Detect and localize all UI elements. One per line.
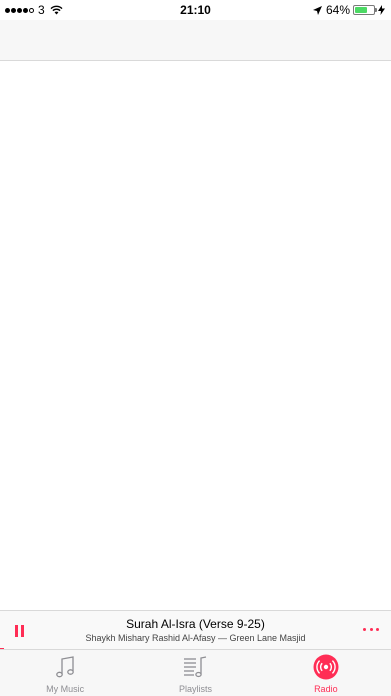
tab-label: Radio: [314, 684, 338, 694]
mini-player[interactable]: Surah Al-Isra (Verse 9-25) Shaykh Mishar…: [0, 610, 391, 650]
battery-percentage: 64%: [325, 3, 350, 17]
pause-icon: [20, 625, 24, 637]
battery-cap: [375, 8, 377, 12]
tab-playlists[interactable]: Playlists: [130, 650, 260, 696]
track-subtitle[interactable]: Shaykh Mishary Rashid Al-Afasy — Green L…: [40, 633, 351, 643]
status-right: 64%: [312, 3, 385, 17]
more-icon: [369, 627, 373, 631]
pause-icon: [14, 625, 18, 637]
charging-icon: [378, 5, 385, 15]
playlist-icon: [184, 656, 207, 678]
more-icon: [376, 627, 379, 631]
more-icon: [363, 627, 366, 631]
tab-my-music[interactable]: My Music: [0, 650, 130, 696]
more-options-button[interactable]: [363, 624, 379, 634]
tab-bar: My Music Playlists Radio: [0, 649, 391, 696]
battery-level: [355, 7, 367, 13]
location-arrow-icon: [312, 5, 322, 15]
tab-radio[interactable]: Radio: [261, 650, 391, 696]
tab-label: My Music: [46, 684, 85, 694]
content-area: [0, 61, 391, 610]
battery-icon: [353, 5, 377, 15]
navigation-bar: [0, 20, 391, 61]
tab-label: Playlists: [178, 684, 212, 694]
music-note-icon: [56, 656, 75, 678]
status-bar: 3 21:10 64%: [0, 0, 391, 20]
radio-icon: [313, 654, 339, 680]
pause-button[interactable]: [10, 622, 28, 640]
track-title[interactable]: Surah Al-Isra (Verse 9-25): [40, 617, 351, 631]
